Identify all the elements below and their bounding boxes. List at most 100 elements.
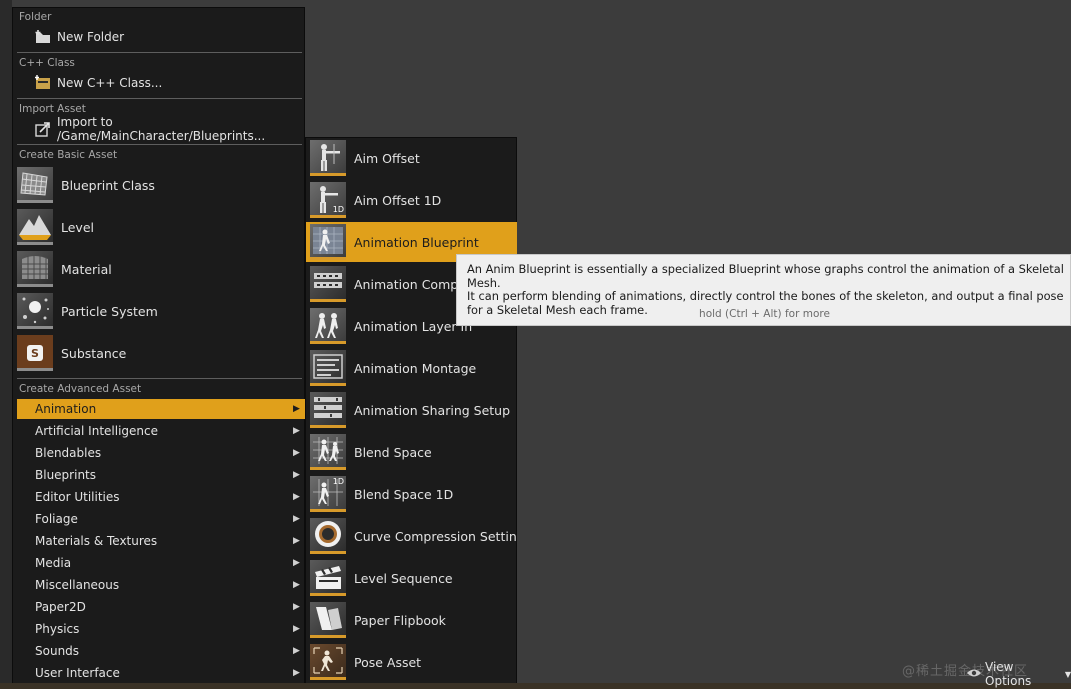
animation-layer-interface-icon	[310, 308, 346, 344]
menu-divider	[17, 378, 302, 379]
category-physics[interactable]: Physics ▶	[17, 619, 305, 639]
new-folder-label: New Folder	[57, 30, 125, 44]
submenu-item-label: Aim Offset 1D	[354, 192, 442, 208]
import-asset-label: Import to /Game/MainCharacter/Blueprints…	[57, 115, 266, 143]
animation-blueprint-tooltip: An Anim Blueprint is essentially a speci…	[456, 254, 1071, 326]
submenu-item-paper-flipbook[interactable]: Paper Flipbook	[306, 600, 517, 640]
menu-divider	[17, 52, 302, 53]
level-item[interactable]: Level	[17, 207, 302, 247]
category-label: Miscellaneous	[35, 578, 120, 592]
level-label: Level	[61, 219, 94, 235]
category-animation[interactable]: Animation ▶	[17, 399, 305, 419]
chevron-down-icon: ▼	[1064, 669, 1071, 679]
substance-label: Substance	[61, 345, 127, 361]
category-label: Materials & Textures	[35, 534, 158, 548]
blueprint-class-item[interactable]: Blueprint Class	[17, 165, 302, 205]
material-label: Material	[61, 261, 112, 277]
paper-flipbook-icon	[310, 602, 346, 638]
category-blueprints[interactable]: Blueprints ▶	[17, 465, 305, 485]
category-foliage[interactable]: Foliage ▶	[17, 509, 305, 529]
eye-icon	[966, 667, 982, 681]
submenu-arrow-icon: ▶	[293, 536, 300, 546]
submenu-arrow-icon: ▶	[293, 404, 300, 414]
submenu-item-animation-montage[interactable]: Animation Montage	[306, 348, 517, 388]
animation-composite-icon	[310, 266, 346, 302]
category-paper2d[interactable]: Paper2D ▶	[17, 597, 305, 617]
category-sounds[interactable]: Sounds ▶	[17, 641, 305, 661]
submenu-item-level-sequence[interactable]: Level Sequence	[306, 558, 517, 598]
substance-item[interactable]: S Substance	[17, 333, 302, 373]
badge-1d: 1D	[332, 477, 344, 486]
substance-icon: S	[17, 335, 53, 371]
advanced-asset-section-header: Create Advanced Asset	[19, 383, 142, 395]
submenu-item-aim-offset[interactable]: Aim Offset	[306, 138, 517, 178]
category-editor-utilities[interactable]: Editor Utilities ▶	[17, 487, 305, 507]
new-folder-item[interactable]: New Folder	[17, 26, 302, 48]
category-blendables[interactable]: Blendables ▶	[17, 443, 305, 463]
submenu-arrow-icon: ▶	[293, 426, 300, 436]
category-media[interactable]: Media ▶	[17, 553, 305, 573]
folder-section-header: Folder	[19, 11, 52, 23]
category-miscellaneous[interactable]: Miscellaneous ▶	[17, 575, 305, 595]
menu-divider	[17, 144, 302, 145]
category-label: Animation	[35, 402, 97, 416]
new-folder-icon	[35, 29, 51, 45]
category-label: User Interface	[35, 666, 120, 680]
submenu-item-blend-space-1d[interactable]: 1D Blend Space 1D	[306, 474, 517, 514]
pose-asset-icon	[310, 644, 346, 680]
import-section-header: Import Asset	[19, 103, 86, 115]
submenu-arrow-icon: ▶	[293, 668, 300, 678]
blueprint-class-label: Blueprint Class	[61, 177, 155, 193]
blend-space-icon	[310, 434, 346, 470]
submenu-item-label: Animation Compos	[354, 276, 473, 292]
submenu-item-label: Curve Compression Settings	[354, 528, 517, 544]
submenu-item-label: Animation Sharing Setup	[354, 402, 511, 418]
submenu-item-label: Blend Space 1D	[354, 486, 454, 502]
submenu-item-label: Animation Blueprint	[354, 234, 479, 250]
content-browser-edge	[0, 0, 12, 689]
submenu-item-curve-compression-settings[interactable]: Curve Compression Settings	[306, 516, 517, 556]
submenu-arrow-icon: ▶	[293, 624, 300, 634]
import-icon	[35, 121, 51, 137]
menu-divider	[17, 98, 302, 99]
submenu-item-label: Pose Asset	[354, 654, 422, 670]
category-label: Editor Utilities	[35, 490, 120, 504]
category-label: Blendables	[35, 446, 102, 460]
animation-blueprint-icon	[310, 224, 346, 260]
animation-montage-icon	[310, 350, 346, 386]
submenu-arrow-icon: ▶	[293, 492, 300, 502]
submenu-item-label: Aim Offset	[354, 150, 420, 166]
category-label: Physics	[35, 622, 80, 636]
category-user-interface[interactable]: User Interface ▶	[17, 663, 305, 683]
submenu-arrow-icon: ▶	[293, 558, 300, 568]
new-cpp-class-item[interactable]: New C++ Class...	[17, 72, 302, 94]
view-options-button[interactable]: View Options ▼	[966, 660, 1071, 688]
category-label: Artificial Intelligence	[35, 424, 158, 438]
cpp-section-header: C++ Class	[19, 57, 75, 69]
particle-system-item[interactable]: Particle System	[17, 291, 302, 331]
submenu-item-aim-offset-1d[interactable]: 1D Aim Offset 1D	[306, 180, 517, 220]
submenu-item-pose-asset[interactable]: Pose Asset	[306, 642, 517, 682]
category-artificial-intelligence[interactable]: Artificial Intelligence ▶	[17, 421, 305, 441]
particle-system-label: Particle System	[61, 303, 158, 319]
blend-space-1d-icon: 1D	[310, 476, 346, 512]
add-new-context-menu: Folder New Folder C++ Class New C++ Clas…	[12, 7, 305, 689]
aim-offset-icon	[310, 140, 346, 176]
submenu-item-label: Animation Montage	[354, 360, 477, 376]
view-options-label: View Options	[985, 660, 1032, 688]
aim-offset-1d-icon: 1D	[310, 182, 346, 218]
submenu-item-blend-space[interactable]: Blend Space	[306, 432, 517, 472]
material-icon	[17, 251, 53, 287]
cpp-class-icon	[35, 75, 51, 91]
submenu-arrow-icon: ▶	[293, 514, 300, 524]
material-item[interactable]: Material	[17, 249, 302, 289]
submenu-arrow-icon: ▶	[293, 602, 300, 612]
level-sequence-icon	[310, 560, 346, 596]
category-materials-textures[interactable]: Materials & Textures ▶	[17, 531, 305, 551]
new-cpp-class-label: New C++ Class...	[57, 76, 163, 90]
particle-system-icon	[17, 293, 53, 329]
category-label: Foliage	[35, 512, 78, 526]
submenu-item-label: Paper Flipbook	[354, 612, 446, 628]
submenu-item-animation-sharing-setup[interactable]: Animation Sharing Setup	[306, 390, 517, 430]
import-asset-item[interactable]: Import to /Game/MainCharacter/Blueprints…	[17, 115, 302, 143]
